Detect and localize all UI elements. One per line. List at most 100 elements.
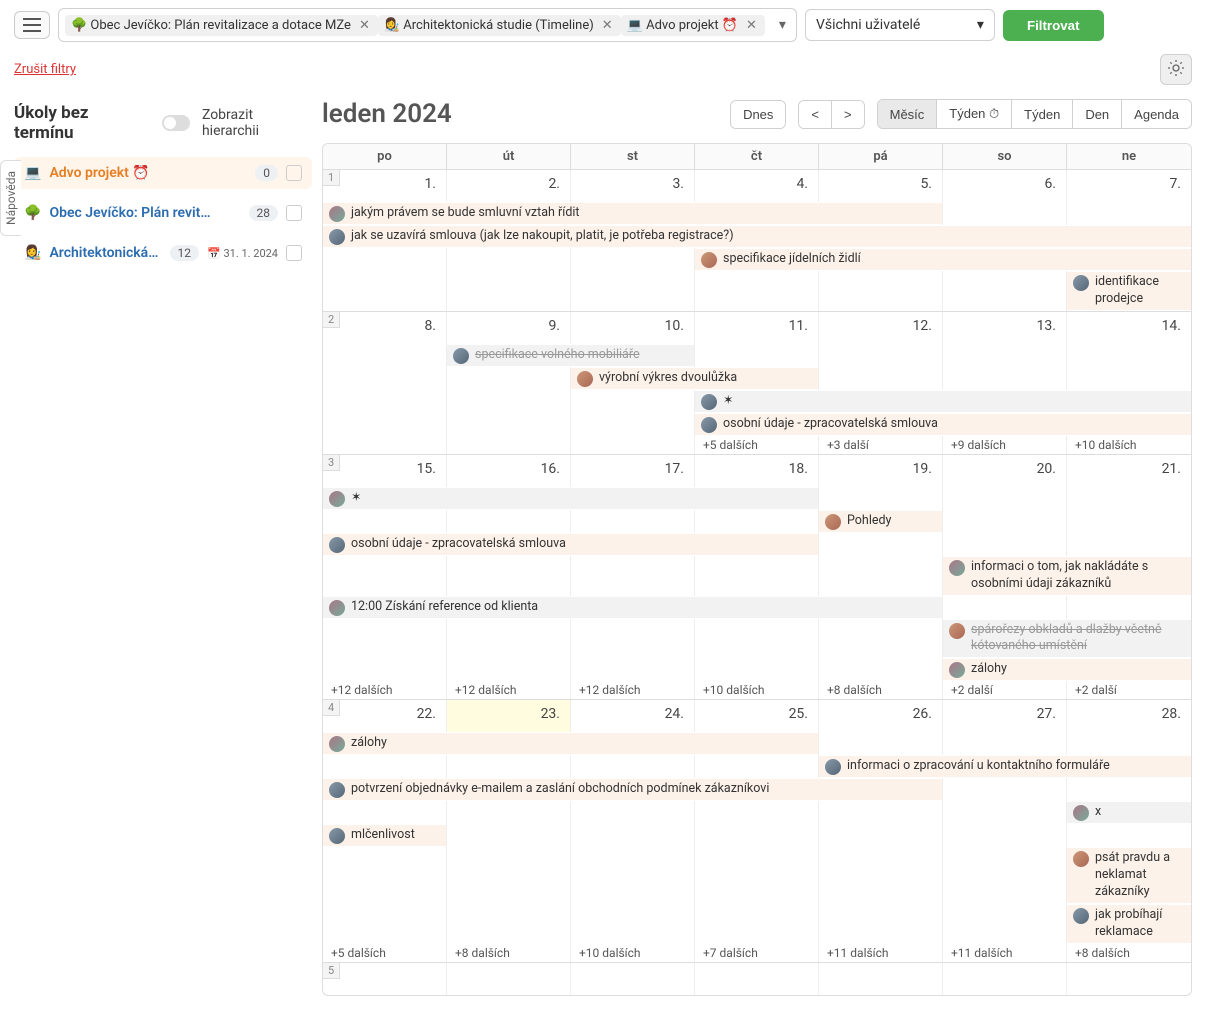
day-cell[interactable]: 20. <box>943 455 1067 487</box>
hierarchy-toggle[interactable] <box>162 115 190 131</box>
day-cell[interactable]: 11. <box>695 312 819 344</box>
view-agenda[interactable]: Agenda <box>1122 100 1191 128</box>
day-cell[interactable]: 19. <box>819 455 943 487</box>
calendar-event[interactable]: jakým právem se bude smluvní vztah řídit <box>323 203 942 224</box>
cancel-filters-link[interactable]: Zrušit filtry <box>14 62 76 77</box>
calendar-event[interactable]: jak probíhají reklamace <box>1067 905 1191 943</box>
calendar-event[interactable]: psát pravdu a neklamat zákazníky <box>1067 848 1191 903</box>
day-cell[interactable] <box>1067 963 1191 995</box>
filter-tag[interactable]: 💻 Advo projekt ⏰✕ <box>621 15 765 36</box>
day-cell[interactable] <box>695 963 819 995</box>
day-cell[interactable]: 14. <box>1067 312 1191 344</box>
calendar-event[interactable]: zálohy <box>943 659 1191 680</box>
day-cell[interactable]: 28. <box>1067 700 1191 732</box>
day-cell[interactable] <box>323 963 447 995</box>
day-cell[interactable]: 15. <box>323 455 447 487</box>
help-tab[interactable]: Nápověda <box>0 160 21 236</box>
day-cell[interactable]: 17. <box>571 455 695 487</box>
more-events-link[interactable]: +5 dalších <box>695 436 818 454</box>
calendar-event[interactable]: spárořezy obkladů a dlažby včetně kótova… <box>943 620 1191 658</box>
filter-tag[interactable]: 🌳 Obec Jevíčko: Plán revitalizace a dota… <box>65 15 378 36</box>
day-cell[interactable]: 3. <box>571 170 695 202</box>
sidebar-project[interactable]: 👩‍🎨 Architektonická… 12 📅 31. 1. 2024 <box>14 237 312 269</box>
day-cell[interactable] <box>943 963 1067 995</box>
day-cell[interactable]: 8. <box>323 312 447 344</box>
more-events-link[interactable]: +10 dalších <box>695 681 818 699</box>
filter-tag[interactable]: 👩‍🎨 Architektonická studie (Timeline)✕ <box>378 15 621 36</box>
day-cell[interactable]: 6. <box>943 170 1067 202</box>
day-cell[interactable]: 26. <box>819 700 943 732</box>
calendar-event[interactable]: ✶ <box>695 391 1191 412</box>
calendar-event[interactable]: osobní údaje - zpracovatelská smlouva <box>323 534 818 555</box>
calendar-event[interactable]: mlčenlivost <box>323 825 446 846</box>
filter-button[interactable]: Filtrovat <box>1003 10 1104 41</box>
calendar-event[interactable]: potvrzení objednávky e-mailem a zaslání … <box>323 779 942 800</box>
calendar-event[interactable]: ✶ <box>323 488 818 509</box>
next-button[interactable]: > <box>832 101 864 128</box>
calendar-event[interactable]: specifikace jídelních židlí <box>695 249 1191 270</box>
calendar-event[interactable]: zálohy <box>323 733 818 754</box>
more-events-link[interactable]: +9 dalších <box>943 436 1066 454</box>
day-cell[interactable]: 2. <box>447 170 571 202</box>
day-cell[interactable]: 22. <box>323 700 447 732</box>
more-events-link[interactable]: +11 dalších <box>943 944 1066 962</box>
more-events-link[interactable]: +10 dalších <box>1067 436 1191 454</box>
more-events-link[interactable]: +2 další <box>943 681 1066 699</box>
day-cell[interactable]: 13. <box>943 312 1067 344</box>
day-cell[interactable]: 9. <box>447 312 571 344</box>
day-cell[interactable]: 5. <box>819 170 943 202</box>
more-events-link[interactable]: +8 dalších <box>1067 944 1191 962</box>
day-cell[interactable]: 12. <box>819 312 943 344</box>
remove-tag-icon[interactable]: ✕ <box>357 18 372 33</box>
more-events-link[interactable]: +11 dalších <box>819 944 942 962</box>
more-events-link[interactable]: +7 dalších <box>695 944 818 962</box>
more-events-link[interactable]: +10 dalších <box>571 944 694 962</box>
calendar-event[interactable]: jak se uzavírá smlouva (jak lze nakoupit… <box>323 226 1191 247</box>
more-events-link[interactable]: +12 dalších <box>571 681 694 699</box>
view-týden ⏱[interactable]: Týden ⏱ <box>937 100 1012 128</box>
project-checkbox[interactable] <box>286 205 302 221</box>
day-cell[interactable]: 16. <box>447 455 571 487</box>
project-checkbox[interactable] <box>286 245 302 261</box>
project-filter-box[interactable]: 🌳 Obec Jevíčko: Plán revitalizace a dota… <box>58 8 797 42</box>
menu-toggle[interactable] <box>14 11 50 39</box>
sidebar-project[interactable]: 💻 Advo projekt ⏰ 0 <box>14 157 312 189</box>
user-filter-select[interactable]: Všichni uživatelé ▾ <box>805 9 995 41</box>
day-cell[interactable]: 10. <box>571 312 695 344</box>
project-filter-caret[interactable]: ▾ <box>775 17 790 33</box>
prev-button[interactable]: < <box>799 101 832 128</box>
day-cell[interactable]: 27. <box>943 700 1067 732</box>
calendar-event[interactable]: informaci o tom, jak nakládáte s osobním… <box>943 557 1191 595</box>
day-cell[interactable]: 18. <box>695 455 819 487</box>
calendar-event[interactable]: identifikace prodejce <box>1067 272 1191 310</box>
calendar-event[interactable]: informaci o zpracování u kontaktního for… <box>819 756 1191 777</box>
day-cell[interactable] <box>447 963 571 995</box>
settings-button[interactable] <box>1160 54 1192 85</box>
more-events-link[interactable]: +12 dalších <box>323 681 446 699</box>
more-events-link[interactable]: +2 další <box>1067 681 1191 699</box>
day-cell[interactable]: 4. <box>695 170 819 202</box>
day-cell[interactable]: 23. <box>447 700 571 732</box>
view-měsíc[interactable]: Měsíc <box>878 100 938 128</box>
day-cell[interactable]: 25. <box>695 700 819 732</box>
more-events-link[interactable]: +8 dalších <box>819 681 942 699</box>
view-týden[interactable]: Týden <box>1012 100 1073 128</box>
sidebar-project[interactable]: 🌳 Obec Jevíčko: Plán revit… 28 <box>14 197 312 229</box>
more-events-link[interactable]: +8 dalších <box>447 944 570 962</box>
today-button[interactable]: Dnes <box>731 101 785 128</box>
more-events-link[interactable]: +5 dalších <box>323 944 446 962</box>
remove-tag-icon[interactable]: ✕ <box>600 18 615 33</box>
more-events-link[interactable]: +3 další <box>819 436 942 454</box>
more-events-link[interactable]: +12 dalších <box>447 681 570 699</box>
calendar-event[interactable]: osobní údaje - zpracovatelská smlouva <box>695 414 1191 435</box>
day-cell[interactable]: 21. <box>1067 455 1191 487</box>
day-cell[interactable]: 7. <box>1067 170 1191 202</box>
calendar-event[interactable]: specifikace volného mobiliáře <box>447 345 694 366</box>
calendar-event[interactable]: x <box>1067 802 1191 823</box>
day-cell[interactable]: 24. <box>571 700 695 732</box>
remove-tag-icon[interactable]: ✕ <box>744 18 759 33</box>
calendar-event[interactable]: výrobní výkres dvoulůžka <box>571 368 818 389</box>
day-cell[interactable]: 1. <box>323 170 447 202</box>
day-cell[interactable] <box>819 963 943 995</box>
project-checkbox[interactable] <box>286 165 302 181</box>
